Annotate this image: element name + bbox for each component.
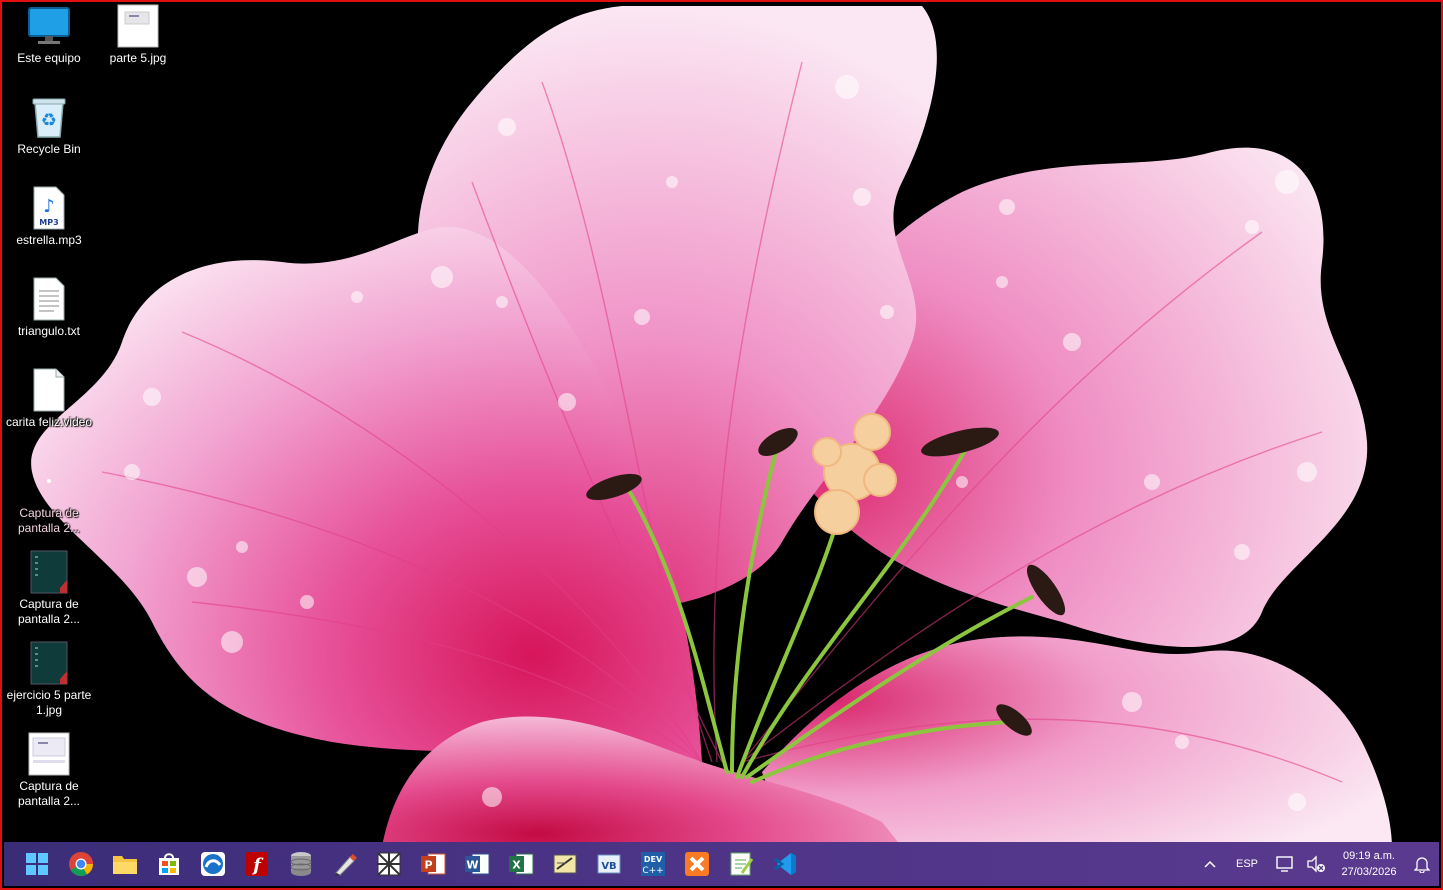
icon-label: triangulo.txt	[17, 324, 81, 338]
icon-label: carita feliz.video	[5, 415, 93, 429]
icon-label: Captura de pantalla 2...	[17, 506, 81, 535]
notepad-plus-icon[interactable]	[719, 842, 763, 886]
word-icon[interactable]: W	[455, 842, 499, 886]
mp3-file-icon: ♪ MP3	[25, 186, 73, 230]
icon-label: Este equipo	[17, 51, 81, 65]
pen-tool-icon[interactable]	[323, 842, 367, 886]
desktop-icon-carita-feliz[interactable]: carita feliz.video	[3, 368, 95, 430]
powerpoint-icon[interactable]: P	[411, 842, 455, 886]
desktop-icon-recycle-bin[interactable]: ♻ Recycle Bin	[3, 95, 95, 157]
svg-text:♻: ♻	[41, 110, 57, 131]
svg-text:W: W	[466, 859, 478, 872]
notification-bell-icon[interactable]	[1409, 842, 1435, 886]
icon-label: ejercicio 5 parte 1.jpg	[6, 688, 92, 717]
image-thumbnail-icon	[25, 732, 73, 776]
desktop-icon-triangulo-txt[interactable]: triangulo.txt	[3, 277, 95, 339]
blank-file-icon	[25, 368, 73, 412]
vscode-icon[interactable]	[763, 842, 807, 886]
desktop-icon-captura-2[interactable]: Captura de pantalla 2...	[3, 550, 95, 627]
image-thumbnail-icon	[114, 4, 162, 48]
computer-monitor-icon	[25, 4, 73, 48]
language-indicator[interactable]: ESP	[1227, 842, 1267, 886]
text-file-icon	[25, 277, 73, 321]
visual-basic-icon[interactable]: VB	[587, 842, 631, 886]
icon-label: parte 5.jpg	[109, 51, 167, 65]
svg-text:C++: C++	[642, 866, 663, 876]
clock-time: 09:19 a.m.	[1343, 850, 1395, 862]
desktop-icon-captura-3[interactable]: Captura de pantalla 2...	[3, 732, 95, 809]
clock-date: 27/03/2026	[1341, 866, 1397, 878]
windows-start-icon[interactable]	[15, 842, 59, 886]
desktop-icon-parte-5[interactable]: parte 5.jpg	[92, 4, 184, 66]
desktop-icon-este-equipo[interactable]: Este equipo	[3, 4, 95, 66]
svg-text:VB: VB	[601, 861, 616, 872]
dark-image-thumbnail-icon	[25, 641, 73, 685]
desktop: Este equipo parte 5.jpg ♻ Recycle Bin ♪ M…	[0, 0, 1443, 890]
network-icon[interactable]	[1267, 842, 1303, 886]
svg-text:♪: ♪	[43, 196, 55, 217]
svg-text:P: P	[424, 859, 432, 872]
wallpaper-lily	[2, 2, 1441, 888]
icon-label: estrella.mp3	[16, 233, 82, 247]
svg-text:MP3: MP3	[39, 218, 58, 227]
image-thumbnail-icon	[25, 459, 73, 503]
icon-label: Captura de pantalla 2...	[17, 597, 81, 626]
clock[interactable]: 09:19 a.m. 27/03/2026	[1329, 842, 1409, 886]
desktop-icon-captura-1[interactable]: Captura de pantalla 2...	[3, 459, 95, 536]
system-tray: ESP 09:19 a.m. 27/03/2026	[1193, 842, 1439, 886]
excel-icon[interactable]: X	[499, 842, 543, 886]
edit-tool-icon[interactable]	[543, 842, 587, 886]
database-icon[interactable]	[279, 842, 323, 886]
pattern-app-icon[interactable]	[367, 842, 411, 886]
desktop-icon-estrella-mp3[interactable]: ♪ MP3 estrella.mp3	[3, 186, 95, 248]
svg-text:X: X	[512, 859, 521, 872]
svg-text:DEV: DEV	[644, 855, 663, 864]
recycle-bin-icon: ♻	[25, 95, 73, 139]
icon-label: Captura de pantalla 2...	[17, 779, 81, 808]
speaker-muted-icon[interactable]	[1303, 842, 1329, 886]
xampp-icon[interactable]	[675, 842, 719, 886]
icon-label: Recycle Bin	[17, 142, 81, 156]
app-blue-circle-icon[interactable]	[191, 842, 235, 886]
chevron-up-icon[interactable]	[1193, 842, 1227, 886]
file-explorer-icon[interactable]	[103, 842, 147, 886]
desktop-icon-ejercicio-5[interactable]: ejercicio 5 parte 1.jpg	[3, 641, 95, 718]
dev-cpp-icon[interactable]: DEV C++	[631, 842, 675, 886]
chrome-icon[interactable]	[59, 842, 103, 886]
filezilla-icon[interactable]: f	[235, 842, 279, 886]
taskbar: f P W X VB DEV C++ ESP 09:19 a.m. 27/03/…	[4, 842, 1439, 886]
dark-image-thumbnail-icon	[25, 550, 73, 594]
microsoft-store-icon[interactable]	[147, 842, 191, 886]
